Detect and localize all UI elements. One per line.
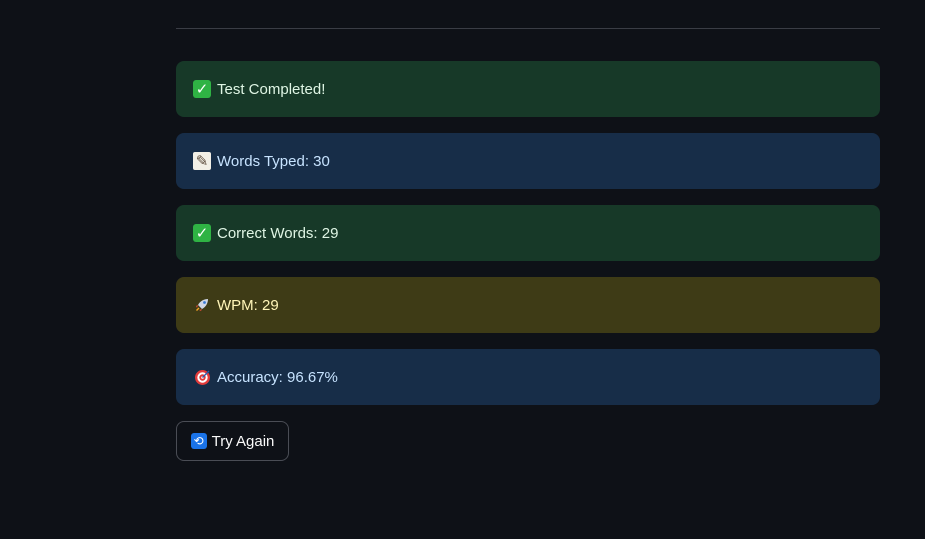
wpm-alert: WPM: 29 [176, 277, 880, 333]
rocket-icon [193, 296, 211, 314]
results-page: ✓ Test Completed! ✎ Words Typed: 30 ✓ Co… [0, 0, 925, 539]
target-icon [193, 368, 211, 386]
try-again-button[interactable]: ⟲ Try Again [176, 421, 289, 461]
check-mark-icon: ✓ [193, 80, 211, 98]
wpm-text: WPM: 29 [217, 296, 279, 314]
divider [176, 28, 880, 29]
check-mark-icon: ✓ [193, 224, 211, 242]
words-typed-alert: ✎ Words Typed: 30 [176, 133, 880, 189]
words-typed-text: Words Typed: 30 [217, 152, 330, 170]
memo-icon: ✎ [193, 152, 211, 170]
repeat-icon: ⟲ [190, 433, 207, 449]
accuracy-alert: Accuracy: 96.67% [176, 349, 880, 405]
test-completed-text: Test Completed! [217, 80, 326, 98]
correct-words-alert: ✓ Correct Words: 29 [176, 205, 880, 261]
try-again-label: Try Again [211, 432, 275, 450]
accuracy-text: Accuracy: 96.67% [217, 368, 338, 386]
correct-words-text: Correct Words: 29 [217, 224, 339, 242]
test-completed-alert: ✓ Test Completed! [176, 61, 880, 117]
